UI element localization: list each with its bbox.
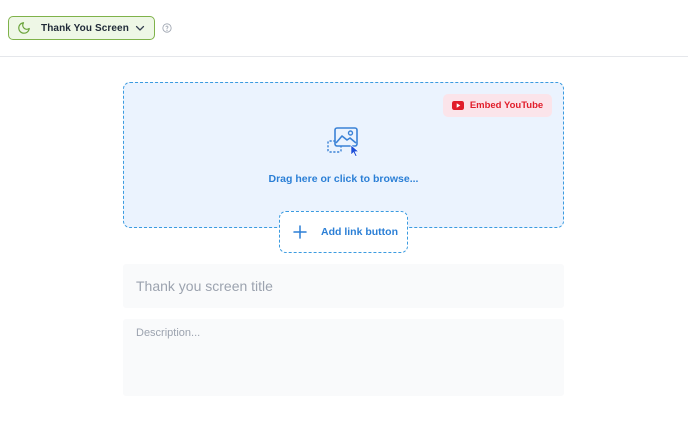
embed-youtube-label: Embed YouTube [469, 100, 544, 111]
add-link-button-label: Add link button [321, 226, 398, 238]
dropzone-hint: Drag here or click to browse... [268, 173, 419, 185]
embed-youtube-button[interactable]: Embed YouTube [443, 94, 552, 117]
moon-icon [17, 21, 31, 35]
add-link-button[interactable]: Add link button [279, 211, 408, 253]
media-dropzone[interactable]: Embed YouTube Drag here or click to brow… [123, 82, 564, 228]
screen-selector-dropdown[interactable]: Thank You Screen [8, 16, 155, 40]
top-bar: Thank You Screen [0, 0, 688, 57]
question-circle-icon[interactable] [162, 23, 172, 33]
thank-you-title-input[interactable] [123, 264, 564, 308]
chevron-down-icon [134, 22, 146, 34]
image-upload-icon [327, 126, 361, 158]
screen-selector-label: Thank You Screen [41, 22, 129, 34]
youtube-icon [451, 101, 464, 110]
description-input[interactable] [123, 319, 564, 396]
plus-icon [292, 224, 308, 240]
